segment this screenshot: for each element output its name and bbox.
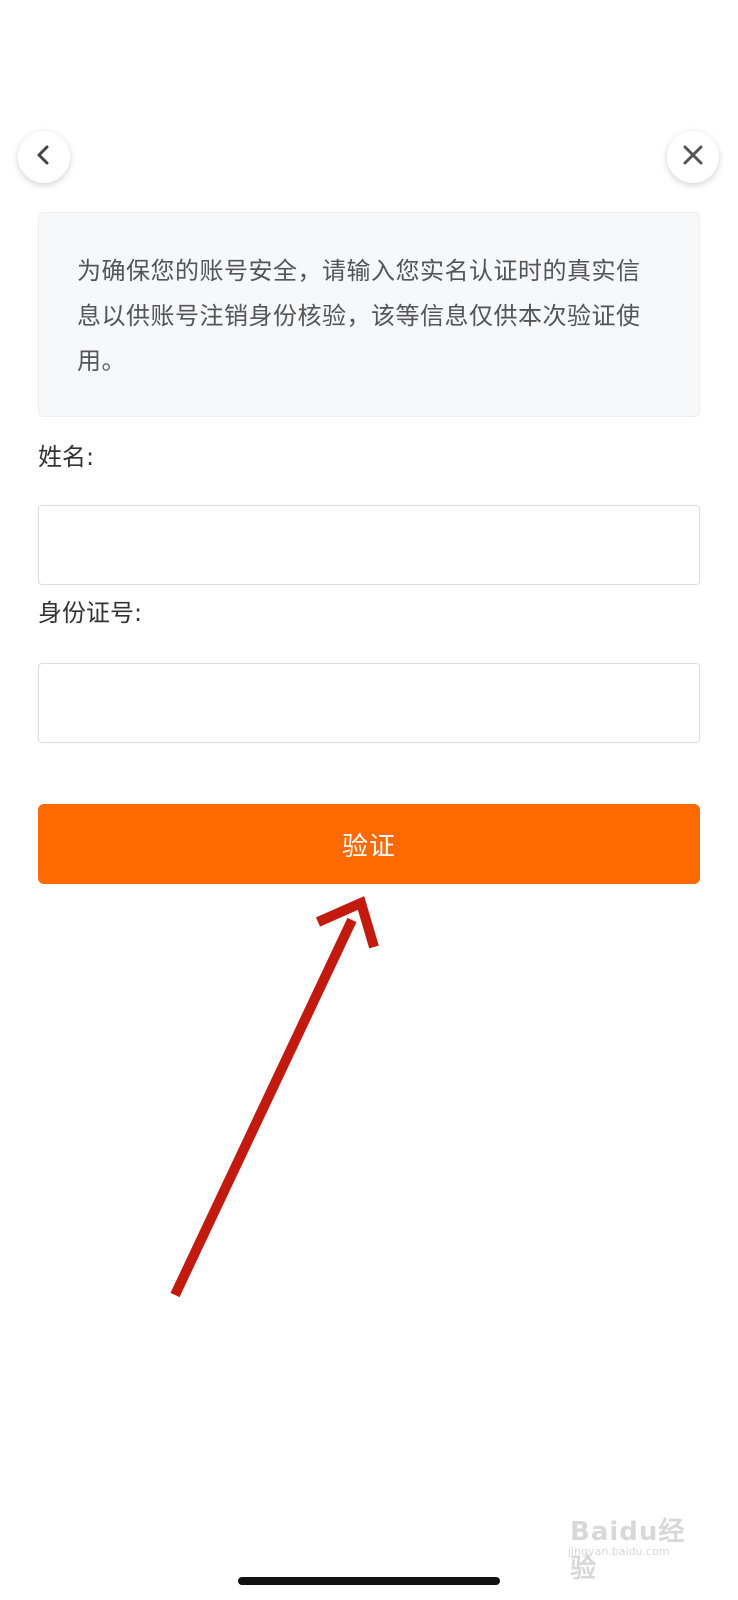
name-label: 姓名:: [38, 443, 95, 471]
home-indicator[interactable]: [238, 1577, 500, 1585]
security-notice: 为确保您的账号安全，请输入您实名认证时的真实信息以供账号注销身份核验，该等信息仅…: [38, 212, 700, 417]
id-number-input[interactable]: [38, 663, 700, 743]
baidu-watermark: Baidu经验 jingyan.baidu.com: [560, 1505, 710, 1584]
close-button[interactable]: [667, 131, 719, 183]
back-button[interactable]: [18, 131, 70, 183]
name-input[interactable]: [38, 505, 700, 585]
chevron-left-icon: [33, 144, 55, 170]
close-icon: [682, 144, 704, 170]
verify-button[interactable]: 验证: [38, 804, 700, 884]
watermark-site: jingyan.baidu.com: [568, 1545, 670, 1558]
account-verification-page: 为确保您的账号安全，请输入您实名认证时的真实信息以供账号注销身份核验，该等信息仅…: [0, 0, 738, 1600]
id-number-label: 身份证号:: [38, 599, 143, 627]
